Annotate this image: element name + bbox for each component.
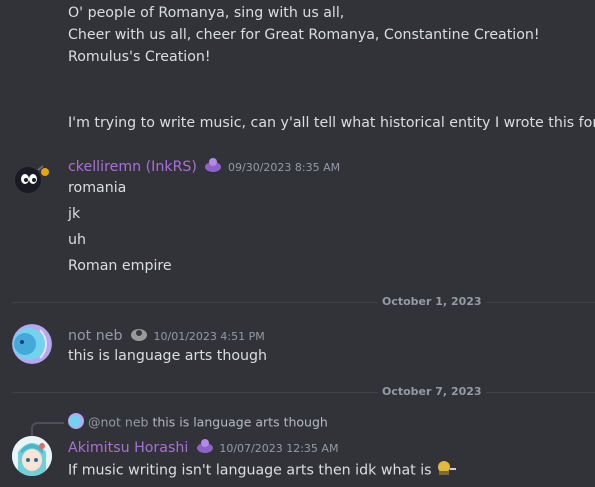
avatar[interactable] [12,324,52,364]
timestamp[interactable]: 09/30/2023 8:35 AM [228,161,340,174]
reply-avatar-icon [68,413,84,433]
message-body: If music writing isn't language arts the… [68,459,458,482]
message-line: Romulus's Creation! [68,49,211,65]
message-line: uh [68,232,86,248]
message-line: romania [68,180,127,196]
avatar[interactable] [12,158,52,198]
message-line: jk [68,206,81,222]
anime-avatar-icon [12,436,52,476]
author-name[interactable]: Akimitsu Horashi [68,440,188,456]
message-header: ckelliremn (InkRS) 09/30/2023 8:35 AM [68,156,340,178]
message-header: Akimitsu Horashi 10/07/2023 12:35 AM [68,437,338,459]
role-badge-icon [195,437,215,459]
message-line: If music writing isn't language arts the… [68,462,432,479]
orb-avatar-icon [12,324,52,364]
author-name[interactable]: ckelliremn (InkRS) [68,159,197,175]
message-line: Roman empire [68,258,172,274]
message-line: this is language arts though [68,348,268,364]
role-badge-icon [129,325,149,347]
message-line: Cheer with us all, cheer for Great Roman… [68,27,540,43]
date-divider-line [12,392,595,393]
author-name[interactable]: not neb [68,328,122,344]
message-header: not neb 10/01/2023 4:51 PM [68,325,265,347]
date-divider-line [12,302,595,303]
message-line: I'm trying to write music, can y'all tel… [68,115,595,131]
reply-preview[interactable]: @not neb this is language arts though [68,413,328,433]
date-divider-label: October 7, 2023 [378,385,486,398]
role-badge-icon [203,156,223,178]
avatar[interactable] [12,436,52,476]
emoji-icon[interactable] [436,459,458,482]
timestamp[interactable]: 10/07/2023 12:35 AM [219,442,338,455]
timestamp[interactable]: 10/01/2023 4:51 PM [154,330,265,343]
reply-text: this is language arts though [152,414,328,430]
reply-mention[interactable]: @not neb [88,415,149,430]
date-divider-label: October 1, 2023 [378,295,486,308]
message-line: O' people of Romanya, sing with us all, [68,5,345,21]
bomb-avatar-icon [15,165,49,193]
